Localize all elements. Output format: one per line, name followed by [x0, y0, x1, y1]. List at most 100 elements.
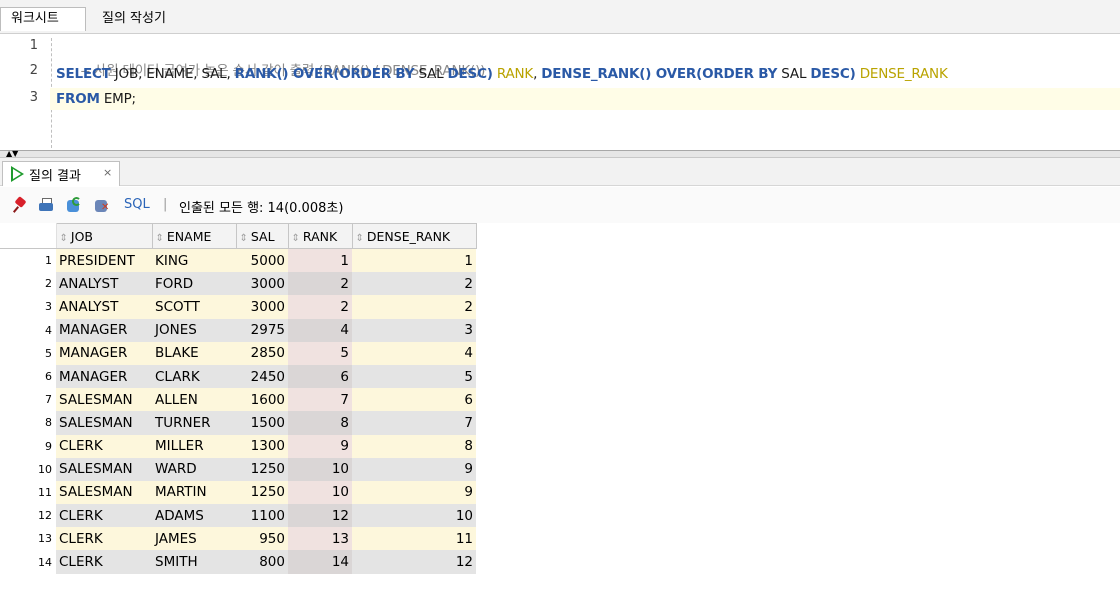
cell-ename[interactable]: JAMES	[152, 527, 236, 551]
cell-sal[interactable]: 1250	[236, 457, 288, 481]
table-row[interactable]: 6 MANAGER CLARK 2450 6 5	[0, 364, 476, 389]
table-row[interactable]: 13 CLERK JAMES 950 13 11	[0, 527, 476, 551]
table-row[interactable]: 7 SALESMAN ALLEN 1600 7 6	[0, 388, 476, 412]
cell-ename[interactable]: SCOTT	[152, 295, 236, 319]
cell-sal[interactable]: 1100	[236, 504, 288, 528]
cell-dense-rank[interactable]: 1	[352, 248, 476, 273]
cell-sal[interactable]: 3000	[236, 272, 288, 296]
cell-job[interactable]: CLERK	[56, 504, 152, 528]
cell-job[interactable]: CLERK	[56, 550, 152, 574]
table-row[interactable]: 1 PRESIDENT KING 5000 1 1	[0, 248, 476, 273]
cell-sal[interactable]: 1300	[236, 434, 288, 458]
cell-rank[interactable]: 2	[288, 295, 352, 319]
column-header-dense-rank[interactable]: ⇕ DENSE_RANK	[351, 223, 477, 249]
code-line-1[interactable]: -- 사원 데이터 급여가 높은 순서 같이 출력 (RANK() / DENS…	[56, 38, 486, 79]
cell-sal[interactable]: 3000	[236, 295, 288, 319]
cell-rank[interactable]: 12	[288, 504, 352, 528]
sql-editor[interactable]: 1 2 3 -- 사원 데이터 급여가 높은 순서 같이 출력 (RANK() …	[0, 34, 1120, 150]
cell-job[interactable]: SALESMAN	[56, 411, 152, 435]
cell-rank[interactable]: 10	[288, 457, 352, 481]
cell-job[interactable]: MANAGER	[56, 318, 152, 342]
cell-ename[interactable]: FORD	[152, 272, 236, 296]
print-icon[interactable]	[38, 197, 54, 213]
cell-ename[interactable]: BLAKE	[152, 341, 236, 365]
close-icon[interactable]: ×	[103, 166, 112, 179]
cell-ename[interactable]: JONES	[152, 318, 236, 342]
cell-dense-rank[interactable]: 9	[352, 480, 476, 505]
cell-dense-rank[interactable]: 9	[352, 457, 476, 481]
cell-rank[interactable]: 14	[288, 550, 352, 574]
tab-worksheet[interactable]: 워크시트	[0, 7, 86, 31]
cell-job[interactable]: PRESIDENT	[56, 248, 152, 273]
table-row[interactable]: 10 SALESMAN WARD 1250 10 9	[0, 457, 476, 481]
cell-dense-rank[interactable]: 8	[352, 434, 476, 458]
column-header-sal[interactable]: ⇕ SAL	[235, 223, 289, 249]
cell-rank[interactable]: 7	[288, 388, 352, 412]
code-line-3[interactable]: FROM EMP;	[50, 88, 1120, 110]
cell-job[interactable]: MANAGER	[56, 341, 152, 365]
cell-ename[interactable]: ADAMS	[152, 504, 236, 528]
code-line-2[interactable]: SELECT JOB, ENAME, SAL, RANK() OVER(ORDE…	[56, 63, 948, 85]
cell-dense-rank[interactable]: 5	[352, 364, 476, 389]
cell-sal[interactable]: 2450	[236, 364, 288, 389]
cell-rank[interactable]: 8	[288, 411, 352, 435]
table-row[interactable]: 14 CLERK SMITH 800 14 12	[0, 550, 476, 574]
collapse-arrows-icon[interactable]: ▲▼	[6, 150, 18, 158]
table-row[interactable]: 4 MANAGER JONES 2975 4 3	[0, 318, 476, 342]
cell-job[interactable]: SALESMAN	[56, 457, 152, 481]
cell-rank[interactable]: 2	[288, 272, 352, 296]
table-row[interactable]: 5 MANAGER BLAKE 2850 5 4	[0, 341, 476, 365]
sql-link[interactable]: SQL	[124, 197, 150, 212]
cell-ename[interactable]: MILLER	[152, 434, 236, 458]
cell-job[interactable]: CLERK	[56, 527, 152, 551]
column-header-job[interactable]: ⇕ JOB	[55, 223, 153, 249]
cell-ename[interactable]: KING	[152, 248, 236, 273]
tab-query-builder[interactable]: 질의 작성기	[92, 8, 176, 32]
cell-job[interactable]: ANALYST	[56, 272, 152, 296]
cell-dense-rank[interactable]: 12	[352, 550, 476, 574]
cell-dense-rank[interactable]: 6	[352, 388, 476, 412]
table-row[interactable]: 3 ANALYST SCOTT 3000 2 2	[0, 295, 476, 319]
cell-rank[interactable]: 10	[288, 480, 352, 505]
tab-query-result[interactable]: 질의 결과 ×	[2, 161, 120, 186]
table-row[interactable]: 2 ANALYST FORD 3000 2 2	[0, 272, 476, 296]
cell-ename[interactable]: WARD	[152, 457, 236, 481]
column-header-ename[interactable]: ⇕ ENAME	[151, 223, 237, 249]
cell-sal[interactable]: 950	[236, 527, 288, 551]
table-row[interactable]: 8 SALESMAN TURNER 1500 8 7	[0, 411, 476, 435]
cell-sal[interactable]: 2975	[236, 318, 288, 342]
cell-sal[interactable]: 2850	[236, 341, 288, 365]
cell-sal[interactable]: 1250	[236, 480, 288, 505]
cell-ename[interactable]: MARTIN	[152, 480, 236, 505]
cell-sal[interactable]: 800	[236, 550, 288, 574]
cell-dense-rank[interactable]: 3	[352, 318, 476, 342]
pane-splitter[interactable]: ▲▼	[0, 150, 1120, 158]
pin-icon[interactable]	[12, 196, 28, 213]
cell-sal[interactable]: 5000	[236, 248, 288, 273]
column-header-rank[interactable]: ⇕ RANK	[287, 223, 353, 249]
cell-sal[interactable]: 1600	[236, 388, 288, 412]
cell-rank[interactable]: 5	[288, 341, 352, 365]
cell-ename[interactable]: SMITH	[152, 550, 236, 574]
cell-sal[interactable]: 1500	[236, 411, 288, 435]
cell-dense-rank[interactable]: 7	[352, 411, 476, 435]
cell-rank[interactable]: 9	[288, 434, 352, 458]
table-row[interactable]: 9 CLERK MILLER 1300 9 8	[0, 434, 476, 458]
result-grid[interactable]: ⇕ JOB ⇕ ENAME ⇕ SAL ⇕ RANK ⇕ DENSE_RANK 1 PRES…	[0, 223, 1120, 599]
cell-ename[interactable]: ALLEN	[152, 388, 236, 412]
cell-ename[interactable]: CLARK	[152, 364, 236, 389]
cell-job[interactable]: SALESMAN	[56, 388, 152, 412]
cell-dense-rank[interactable]: 2	[352, 272, 476, 296]
table-row[interactable]: 12 CLERK ADAMS 1100 12 10	[0, 504, 476, 528]
cell-rank[interactable]: 6	[288, 364, 352, 389]
cell-job[interactable]: ANALYST	[56, 295, 152, 319]
cell-job[interactable]: CLERK	[56, 434, 152, 458]
cell-dense-rank[interactable]: 11	[352, 527, 476, 551]
cell-dense-rank[interactable]: 10	[352, 504, 476, 528]
export-icon[interactable]: ✕	[94, 197, 110, 213]
cell-dense-rank[interactable]: 2	[352, 295, 476, 319]
cell-job[interactable]: MANAGER	[56, 364, 152, 389]
cell-ename[interactable]: TURNER	[152, 411, 236, 435]
cell-rank[interactable]: 4	[288, 318, 352, 342]
cell-job[interactable]: SALESMAN	[56, 480, 152, 505]
